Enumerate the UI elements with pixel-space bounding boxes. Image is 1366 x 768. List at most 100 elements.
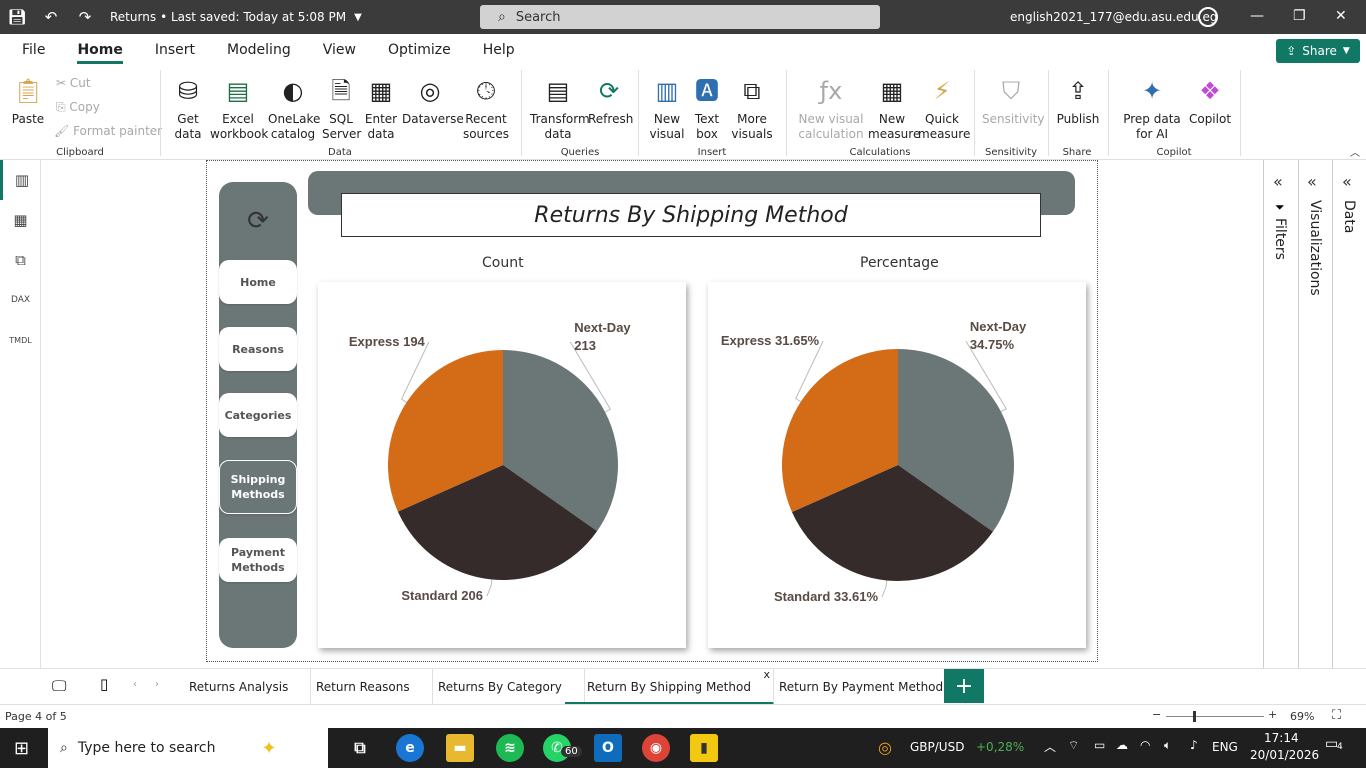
nav-shipping-button[interactable]: Shipping Methods [219, 460, 297, 514]
minimize-icon[interactable]: — [1250, 8, 1264, 24]
filters-pane[interactable]: « ⏷ Filters [1263, 160, 1298, 668]
get-data-button[interactable]: ⛁ Get data [168, 74, 208, 142]
speaker-icon[interactable]: ♪ [1190, 738, 1198, 752]
zoom-slider-handle[interactable] [1193, 711, 1196, 722]
desktop-layout-icon[interactable]: 🖵︎ [52, 677, 66, 695]
expand-visualizations-icon[interactable]: « [1307, 172, 1317, 191]
tab-next-icon[interactable]: › [155, 679, 159, 690]
data-pane[interactable]: « Data [1332, 160, 1366, 668]
clock-time[interactable]: 17:14 [1264, 731, 1299, 745]
network-icon[interactable]: ⌔ [1068, 738, 1079, 753]
show-hidden-icons[interactable]: ︿ [1044, 738, 1056, 755]
percentage-chart-card[interactable]: Next-Day 34.75% Standard 33.61% Express 31.… [708, 282, 1086, 648]
wifi-icon[interactable]: ◠ [1140, 738, 1150, 752]
excel-workbook-button[interactable]: ▤ Excel workbook [210, 74, 268, 142]
dataverse-button[interactable]: ◎ Dataverse [402, 74, 464, 127]
menu-file[interactable]: File [0, 34, 61, 66]
account-email[interactable]: english2021_177@edu.asu.edu.eg [1010, 10, 1217, 24]
report-view-icon[interactable]: ▥ [0, 160, 41, 200]
windows-start-icon[interactable]: ⊞ [14, 738, 29, 759]
cloud-icon[interactable]: ☁ [1116, 738, 1128, 752]
menu-insert[interactable]: Insert [139, 34, 211, 66]
new-measure-button[interactable]: ▦ New measure [868, 74, 920, 142]
chevron-down-icon[interactable]: ▼ [354, 12, 362, 23]
nav-reasons-button[interactable]: Reasons [219, 327, 297, 371]
powerbi-icon[interactable]: ▮ [690, 734, 718, 762]
group-queries: Queries [560, 147, 600, 158]
redo-icon[interactable]: ↷ [68, 0, 102, 34]
menu-home[interactable]: Home [61, 34, 138, 66]
status-bar: Page 4 of 5 − + 69% ⛶ [0, 704, 1366, 728]
sensitivity-button[interactable]: ⛉ Sensitivity [982, 74, 1044, 127]
visualizations-pane[interactable]: « Visualizations [1298, 160, 1332, 668]
refresh-button[interactable]: ⟳ Refresh [588, 74, 633, 127]
volume-icon[interactable]: 🔈︎ [1164, 738, 1171, 753]
copy-button[interactable]: ⎘ Copy [56, 100, 100, 115]
fit-page-icon[interactable]: ⛶ [1332, 708, 1341, 723]
new-visual-button[interactable]: ▥ New visual [646, 74, 688, 142]
tab-returns-by-category[interactable]: Returns By Category [416, 669, 585, 705]
file-explorer-icon[interactable]: ▬ [446, 734, 474, 762]
quick-measure-button[interactable]: ⚡ Quick measure [918, 74, 970, 142]
more-visuals-button[interactable]: ⧉ More visuals [726, 74, 778, 142]
ticker-symbol[interactable]: GBP/USD [910, 740, 964, 754]
undo-icon[interactable]: ↶ [34, 0, 68, 34]
text-box-button[interactable]: 🅰︎ Text box [690, 74, 724, 142]
close-icon[interactable]: ✕ [1335, 8, 1347, 24]
menu-help[interactable]: Help [467, 34, 531, 66]
new-measure-label: New measure [868, 112, 921, 141]
zoom-slider[interactable] [1166, 716, 1264, 717]
tab-prev-icon[interactable]: ‹ [133, 679, 137, 690]
dax-view-icon[interactable]: DAX [0, 280, 41, 320]
menu-view[interactable]: View [307, 34, 372, 66]
tmdl-view-icon[interactable]: TMDL [0, 320, 41, 360]
expand-data-icon[interactable]: « [1342, 172, 1352, 191]
maximize-icon[interactable]: ❐ [1293, 8, 1306, 24]
collapse-ribbon-icon[interactable]: ︿ [1350, 144, 1360, 159]
zoom-out-icon[interactable]: − [1152, 708, 1161, 721]
clock-date[interactable]: 20/01/2026 [1250, 748, 1319, 762]
taskbar-search-input[interactable]: ⌕ Type here to search ✦ [48, 728, 328, 768]
share-button[interactable]: ⇪ Share ▼ [1276, 39, 1360, 63]
new-visual-calculation-button[interactable]: ƒx New visual calculation [796, 74, 866, 142]
count-chart-card[interactable]: Next-Day 213 Standard 206 Express 194 [318, 282, 686, 648]
nav-categories-button[interactable]: Categories [219, 393, 297, 437]
language-indicator[interactable]: ENG [1212, 740, 1238, 754]
add-page-button[interactable]: + [944, 669, 984, 703]
menu-modeling[interactable]: Modeling [211, 34, 307, 66]
tab-return-by-shipping-method[interactable]: Return By Shipping Method x [565, 668, 774, 705]
copilot-button[interactable]: ❖ Copilot [1188, 74, 1232, 127]
chrome-icon[interactable]: ◉ [642, 734, 670, 762]
zoom-in-icon[interactable]: + [1268, 708, 1277, 721]
tab-return-reasons[interactable]: Return Reasons [294, 669, 433, 705]
tab-return-by-payment-method[interactable]: Return By Payment Method [757, 669, 967, 705]
tab-returns-analysis[interactable]: Returns Analysis [167, 669, 312, 705]
edge-icon[interactable]: e [396, 734, 424, 762]
format-painter-button[interactable]: 🖌︎ Format painter [54, 124, 162, 138]
onelake-button[interactable]: ◐ OneLake catalog [268, 74, 320, 142]
divider [786, 70, 787, 156]
mobile-layout-icon[interactable]: ▯ [100, 675, 108, 693]
menu-optimize[interactable]: Optimize [372, 34, 467, 66]
avatar[interactable] [1198, 7, 1218, 27]
sql-server-button[interactable]: 🗎︎ SQL Server [322, 74, 361, 142]
task-view-icon[interactable]: ⧉ [346, 734, 374, 762]
enter-data-button[interactable]: ▦ Enter data [362, 74, 400, 142]
battery-icon[interactable]: ▭ [1094, 738, 1105, 752]
nav-home-button[interactable]: Home [219, 260, 297, 304]
nav-payment-button[interactable]: Payment Methods [219, 538, 297, 582]
save-icon[interactable]: 💾︎ [0, 0, 34, 34]
cut-button[interactable]: ✂ Cut [56, 76, 91, 90]
prep-data-ai-button[interactable]: ✦ Prep data for AI [1116, 74, 1188, 142]
table-view-icon[interactable]: ▦ [0, 200, 41, 240]
publish-button[interactable]: ⇪ Publish [1056, 74, 1100, 127]
transform-data-button[interactable]: ▤ Transform data [530, 74, 590, 142]
page-title: Returns By Shipping Method [341, 193, 1041, 237]
search-input[interactable]: ⌕ Search [480, 5, 880, 29]
paste-button[interactable]: 📋︎ Paste [8, 74, 48, 127]
model-view-icon[interactable]: ⧉ [0, 240, 41, 280]
recent-sources-button[interactable]: 🕓︎ Recent sources [460, 74, 512, 142]
outlook-icon[interactable]: O [594, 734, 622, 762]
spotify-icon[interactable]: ≋ [496, 734, 524, 762]
expand-filters-icon[interactable]: « [1273, 172, 1283, 191]
